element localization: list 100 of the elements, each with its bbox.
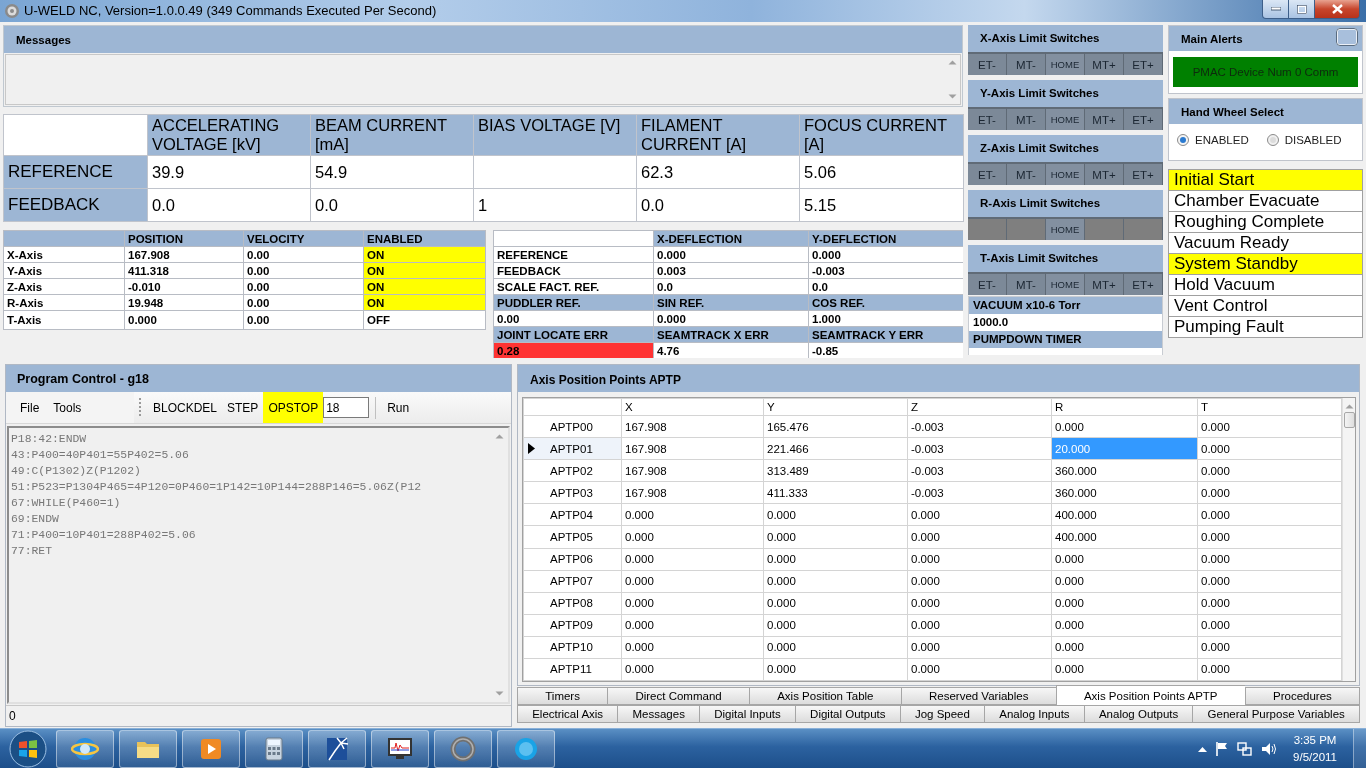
row-header[interactable]: APTP02	[523, 459, 622, 482]
table-cell[interactable]: 0.000	[1197, 437, 1342, 460]
tab[interactable]: Axis Position Points APTP	[1055, 685, 1245, 707]
table-cell[interactable]: -0.003	[907, 481, 1052, 504]
row-header[interactable]: APTP01	[523, 437, 622, 460]
table-cell[interactable]: 0.000	[1197, 658, 1342, 681]
table-cell[interactable]: 0.000	[1051, 658, 1198, 681]
table-cell[interactable]: 0.000	[621, 570, 764, 593]
maximize-button[interactable]	[1289, 0, 1315, 19]
table-cell[interactable]: 165.476	[763, 415, 908, 438]
table-cell[interactable]: 0.000	[621, 548, 764, 571]
table-cell[interactable]: 0.000	[1197, 415, 1342, 438]
table-cell[interactable]: 400.000	[1051, 503, 1198, 526]
table-cell[interactable]: 0.000	[1197, 592, 1342, 615]
table-cell[interactable]: 0.000	[621, 636, 764, 659]
table-cell[interactable]: 0.000	[763, 525, 908, 548]
table-cell[interactable]: 0.000	[763, 570, 908, 593]
toolbar-button[interactable]: OPSTOP	[263, 392, 324, 423]
table-cell[interactable]: 400.000	[1051, 525, 1198, 548]
table-cell[interactable]: 0.000	[621, 658, 764, 681]
table-cell[interactable]: 0.000	[907, 592, 1052, 615]
tab[interactable]: Analog Inputs	[984, 705, 1084, 723]
table-cell[interactable]: 167.908	[621, 459, 764, 482]
table-cell[interactable]: -0.003	[907, 437, 1052, 460]
panel-toggle-icon[interactable]	[1336, 28, 1358, 46]
run-button[interactable]: Run	[382, 392, 415, 423]
table-cell[interactable]: 360.000	[1051, 459, 1198, 482]
tab[interactable]: General Purpose Variables	[1192, 705, 1360, 723]
row-header[interactable]: APTP11	[523, 658, 622, 681]
taskbar-app[interactable]	[308, 729, 366, 768]
close-button[interactable]	[1315, 0, 1360, 19]
tab[interactable]: Axis Position Table	[748, 687, 901, 705]
row-header[interactable]: APTP07	[523, 570, 622, 593]
table-cell[interactable]: 0.000	[907, 570, 1052, 593]
table-cell[interactable]: 313.489	[763, 459, 908, 482]
row-header[interactable]: APTP00	[523, 415, 622, 438]
table-cell[interactable]: 0.000	[1197, 481, 1342, 504]
table-cell[interactable]: 0.000	[1051, 570, 1198, 593]
table-cell[interactable]: 360.000	[1051, 481, 1198, 504]
table-cell[interactable]: 167.908	[621, 481, 764, 504]
tab[interactable]: Electrical Axis	[517, 705, 618, 723]
tab[interactable]: Procedures	[1244, 687, 1361, 705]
row-header[interactable]: APTP09	[523, 614, 622, 637]
table-cell[interactable]: 0.000	[1197, 548, 1342, 571]
table-cell[interactable]: 0.000	[621, 503, 764, 526]
table-cell[interactable]: 0.000	[907, 548, 1052, 571]
table-cell[interactable]: 0.000	[763, 614, 908, 637]
minimize-button[interactable]	[1262, 0, 1289, 19]
table-cell[interactable]: -0.003	[907, 415, 1052, 438]
table-cell[interactable]: 0.000	[763, 503, 908, 526]
table-cell[interactable]: 0.000	[1197, 570, 1342, 593]
table-cell[interactable]: 0.000	[1051, 548, 1198, 571]
row-header[interactable]: APTP04	[523, 503, 622, 526]
table-cell[interactable]: 0.000	[1197, 614, 1342, 637]
tab[interactable]: Digital Inputs	[699, 705, 795, 723]
table-cell[interactable]: 167.908	[621, 437, 764, 460]
tab[interactable]: Digital Outputs	[794, 705, 900, 723]
menu-item[interactable]: File	[20, 400, 40, 415]
table-cell[interactable]: 0.000	[1197, 525, 1342, 548]
show-hidden-icon[interactable]	[1198, 745, 1208, 752]
table-cell[interactable]: 167.908	[621, 415, 764, 438]
table-cell[interactable]: 0.000	[1197, 459, 1342, 482]
table-cell[interactable]: 411.333	[763, 481, 908, 504]
toolbar-button[interactable]: STEP	[222, 392, 264, 423]
menu-item[interactable]: Tools	[53, 400, 82, 415]
start-button[interactable]	[8, 728, 48, 768]
toolbar-button[interactable]: BLOCKDEL	[148, 392, 223, 423]
table-cell[interactable]: -0.003	[907, 459, 1052, 482]
tab[interactable]: Direct Command	[607, 687, 749, 705]
table-cell[interactable]: 0.000	[907, 658, 1052, 681]
clock-time[interactable]: 3:35 PM	[1293, 731, 1337, 749]
row-header[interactable]: APTP05	[523, 525, 622, 548]
table-cell[interactable]: 0.000	[621, 614, 764, 637]
tab[interactable]: Jog Speed	[899, 705, 985, 723]
row-header[interactable]: APTP10	[523, 636, 622, 659]
show-desktop-button[interactable]	[1353, 728, 1366, 768]
table-cell[interactable]: 0.000	[763, 592, 908, 615]
tab[interactable]: Messages	[617, 705, 700, 723]
network-icon[interactable]	[1237, 740, 1254, 757]
clock-date[interactable]: 9/5/2011	[1293, 748, 1337, 766]
scroll-thumb[interactable]	[1343, 412, 1355, 428]
table-cell[interactable]: 0.000	[907, 614, 1052, 637]
table-cell[interactable]: 0.000	[763, 548, 908, 571]
table-cell[interactable]: 0.000	[621, 525, 764, 548]
radio-button[interactable]	[1177, 134, 1189, 146]
table-cell[interactable]: 0.000	[907, 503, 1052, 526]
table-cell[interactable]: 0.000	[763, 636, 908, 659]
table-cell[interactable]: 0.000	[907, 636, 1052, 659]
table-cell[interactable]: 0.000	[1051, 614, 1198, 637]
tab[interactable]: Analog Outputs	[1083, 705, 1193, 723]
taskbar-app[interactable]	[371, 729, 429, 768]
table-cell[interactable]: 0.000	[763, 658, 908, 681]
table-cell[interactable]: 0.000	[621, 592, 764, 615]
table-cell[interactable]: 0.000	[907, 525, 1052, 548]
table-cell[interactable]: 0.000	[1051, 592, 1198, 615]
flag-icon[interactable]	[1215, 740, 1230, 757]
tab[interactable]: Reserved Variables	[900, 687, 1056, 705]
table-cell[interactable]: 0.000	[1051, 636, 1198, 659]
table-cell[interactable]: 221.466	[763, 437, 908, 460]
row-header[interactable]: APTP03	[523, 481, 622, 504]
